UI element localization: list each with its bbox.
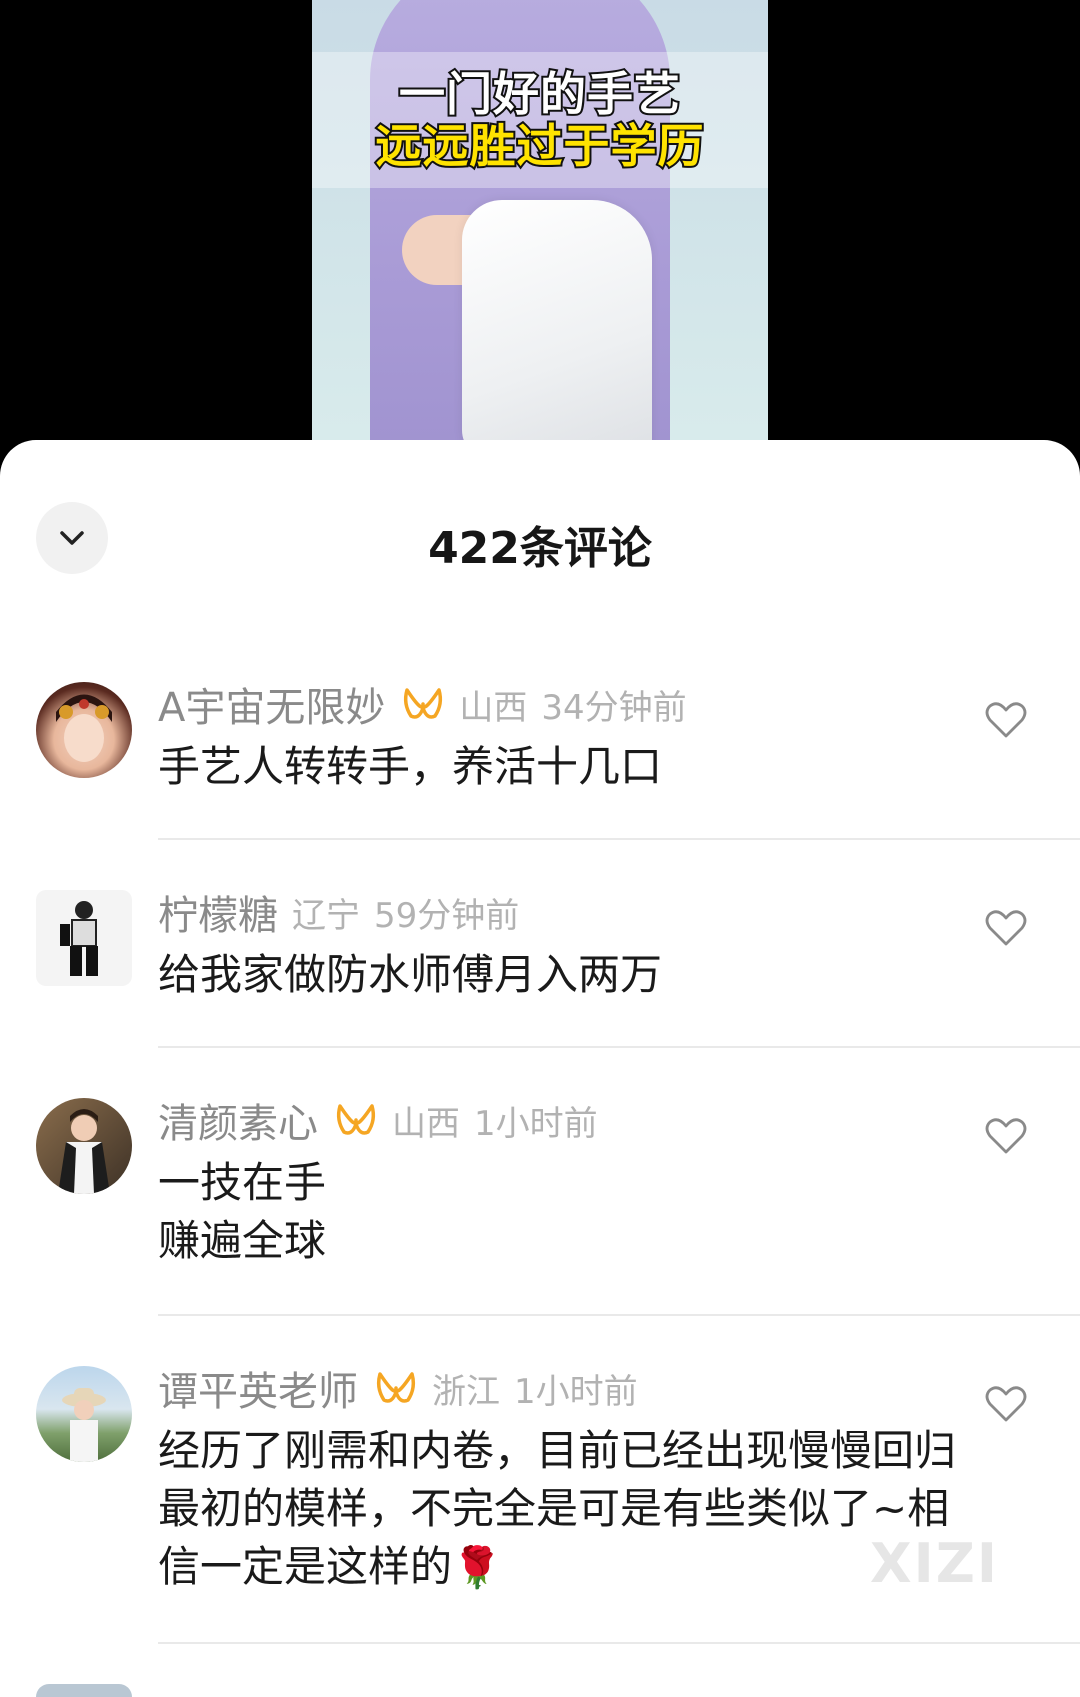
comment-count-title: 422条评论 [428, 523, 652, 574]
comment-username[interactable]: 柠檬糖 [158, 883, 278, 941]
comment-body: A宇宙无限妙 山西 34分钟前 手艺人转转手，养活十几口 [158, 676, 970, 796]
video-frame: 一门好的手艺 远远胜过于学历 [312, 0, 768, 460]
comment-item: A宇宙无限妙 山西 34分钟前 手艺人转转手，养活十几口 [0, 676, 1080, 836]
avatar[interactable] [36, 682, 132, 778]
comment-time: 1小时前 [474, 1103, 598, 1144]
video-caption-line2: 远远胜过于学历 [374, 118, 706, 174]
video-caption: 一门好的手艺 远远胜过于学历 [312, 52, 768, 188]
divider [158, 1046, 1080, 1048]
comment-item: 清颜素心 山西 1小时前 一技在手 赚遍全球 [0, 1092, 1080, 1312]
heart-icon[interactable] [984, 1382, 1028, 1426]
comment-location: 浙江 [432, 1371, 500, 1412]
comment-location: 山西 [459, 687, 528, 728]
vip-badge-icon [336, 1104, 376, 1135]
video-player[interactable]: 一门好的手艺 远远胜过于学历 [0, 0, 1080, 460]
heart-icon[interactable] [984, 1114, 1028, 1158]
comment-text: 经历了刚需和内卷，目前已经出现慢慢回归最初的模样，不完全是可是有些类似了~相信一… [158, 1422, 970, 1597]
comment-text: 一技在手 赚遍全球 [158, 1158, 327, 1265]
comment-meta: 清颜素心 山西 1小时前 [158, 1092, 970, 1148]
heart-icon[interactable] [984, 698, 1028, 742]
comment-text-body: 经历了刚需和内卷，目前已经出现慢慢回归最初的模样，不完全是可是有些类似了~相信一… [158, 1426, 957, 1591]
comment-meta: 谭平英老师 浙江 1小时前 [158, 1360, 970, 1416]
avatar[interactable] [36, 890, 132, 986]
comment-location: 山西 [392, 1103, 460, 1144]
comment-body: 清颜素心 山西 1小时前 一技在手 赚遍全球 [158, 1092, 970, 1270]
comment-time: 1小时前 [514, 1371, 638, 1412]
divider [158, 838, 1080, 840]
sheet-header: 422条评论 [0, 440, 1080, 600]
comment-time: 59分钟前 [374, 895, 520, 936]
comment-username[interactable]: 清颜素心 [158, 1091, 318, 1149]
comment-text: 给我家做防水师傅月入两万 [158, 950, 663, 999]
divider [158, 1642, 1080, 1644]
avatar[interactable] [36, 1366, 132, 1462]
comment-item: 谭平英老师 浙江 1小时前 经历了刚需和内卷，目前已经出现慢慢回归最初的模样，不… [0, 1360, 1080, 1650]
avatar[interactable] [36, 1684, 132, 1697]
comment-body: 谭平英老师 浙江 1小时前 经历了刚需和内卷，目前已经出现慢慢回归最初的模样，不… [158, 1360, 970, 1597]
comment-item: 柠檬糖 辽宁 59分钟前 给我家做防水师傅月入两万 [0, 884, 1080, 1044]
rose-emoji: 🌹 [452, 1545, 502, 1591]
comment-meta: A宇宙无限妙 山西 34分钟前 [158, 676, 970, 732]
comment-meta: 柠檬糖 辽宁 59分钟前 [158, 884, 970, 940]
divider [158, 1314, 1080, 1316]
comment-text: 手艺人转转手，养活十几口 [158, 742, 663, 791]
vip-badge-icon [376, 1372, 416, 1403]
vip-badge-icon [404, 688, 443, 719]
comment-body: 柠檬糖 辽宁 59分钟前 给我家做防水师傅月入两万 [158, 884, 970, 1004]
comment-username[interactable]: A宇宙无限妙 [158, 675, 385, 733]
avatar[interactable] [36, 1098, 132, 1194]
comment-time: 34分钟前 [541, 687, 687, 728]
comment-location: 辽宁 [292, 895, 360, 936]
comment-username[interactable]: 谭平英老师 [158, 1359, 358, 1417]
watermark: XIZI [870, 1532, 999, 1595]
video-towel [462, 200, 652, 460]
video-caption-line1: 一门好的手艺 [397, 66, 682, 122]
heart-icon[interactable] [984, 906, 1028, 950]
